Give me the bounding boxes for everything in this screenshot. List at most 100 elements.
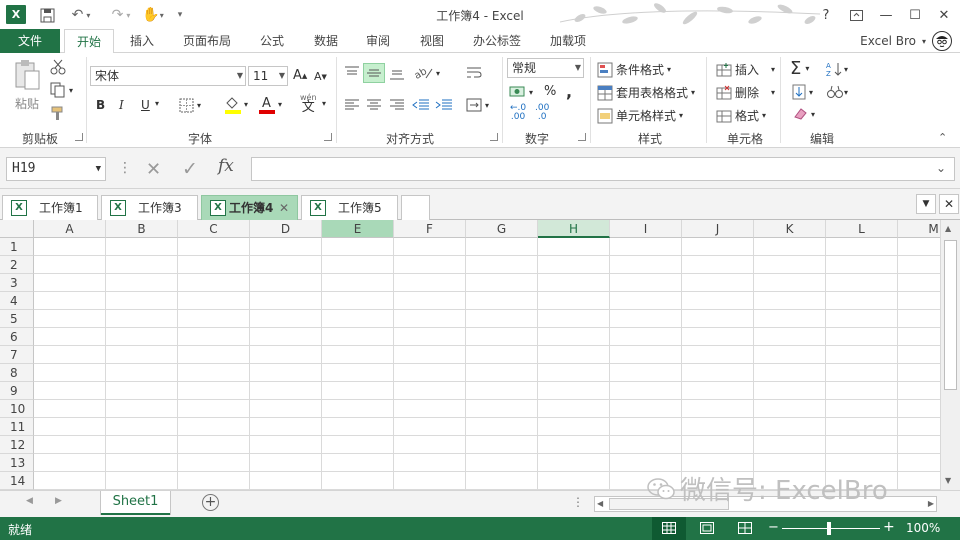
scroll-thumb[interactable] — [609, 498, 729, 510]
scroll-down-icon[interactable]: ▼ — [945, 476, 951, 485]
chevron-down-icon[interactable]: ▼ — [575, 59, 581, 77]
fill-icon[interactable]: ▾ — [792, 84, 813, 100]
column-header-l[interactable]: L — [826, 220, 898, 238]
insert-cells-button[interactable]: 插入 ▾ — [716, 61, 775, 78]
sort-filter-icon[interactable]: A Z ▾ — [826, 61, 848, 77]
tab-file[interactable]: 文件 — [0, 29, 60, 53]
decrease-font-icon[interactable]: A ▼ — [314, 70, 327, 83]
align-left-icon[interactable] — [344, 98, 360, 112]
tab-page-layout[interactable]: 页面布局 — [172, 29, 242, 53]
underline-button[interactable]: U — [141, 98, 150, 112]
increase-font-icon[interactable]: A ▲ — [293, 68, 307, 83]
minimize-icon[interactable]: — — [875, 5, 897, 25]
scroll-up-icon[interactable]: ▲ — [945, 224, 951, 233]
row-header-5[interactable]: 5 — [0, 310, 34, 328]
italic-button[interactable]: I — [119, 98, 124, 112]
row-header-13[interactable]: 13 — [0, 454, 34, 472]
align-bottom-icon[interactable] — [389, 66, 405, 80]
percent-button[interactable]: % — [544, 84, 556, 99]
cell-styles-button[interactable]: 单元格样式 ▾ — [597, 107, 683, 124]
close-tab-icon[interactable]: ✕ — [279, 196, 289, 220]
decrease-indent-icon[interactable] — [412, 98, 430, 112]
column-header-k[interactable]: K — [754, 220, 826, 238]
column-header-h[interactable]: H — [538, 220, 610, 238]
column-header-f[interactable]: F — [394, 220, 466, 238]
font-color-icon[interactable]: A ▾ — [258, 95, 282, 114]
delete-cells-button[interactable]: 删除 ▾ — [716, 84, 775, 101]
column-header-i[interactable]: I — [610, 220, 682, 238]
clipboard-launcher-icon[interactable] — [75, 133, 83, 141]
row-header-14[interactable]: 14 — [0, 472, 34, 490]
column-header-b[interactable]: B — [106, 220, 178, 238]
scroll-left-icon[interactable]: ◀ — [597, 499, 603, 508]
collapse-ribbon-icon[interactable]: ⌃ — [938, 131, 947, 144]
maximize-icon[interactable]: ☐ — [904, 5, 926, 25]
page-break-view-icon[interactable] — [738, 522, 752, 537]
number-launcher-icon[interactable] — [578, 133, 586, 141]
increase-indent-icon[interactable] — [435, 98, 453, 112]
tab-home[interactable]: 开始 — [64, 29, 114, 54]
workbook-tab[interactable]: X 工作簿1 — [2, 195, 98, 220]
expand-formula-icon[interactable]: ⌄ — [936, 161, 946, 175]
row-header-7[interactable]: 7 — [0, 346, 34, 364]
workbook-tab-active[interactable]: X 工作簿4 ✕ — [201, 195, 298, 220]
scroll-sheets-right-icon[interactable]: ▶ — [55, 496, 62, 506]
format-cells-button[interactable]: 格式 ▾ — [716, 107, 766, 124]
tab-add-ins[interactable]: 加载项 — [540, 29, 596, 53]
help-button[interactable]: ? — [815, 5, 837, 25]
zoom-slider-thumb[interactable] — [827, 522, 831, 535]
scroll-thumb[interactable] — [944, 240, 957, 390]
format-as-table-button[interactable]: 套用表格格式 ▾ — [597, 84, 695, 101]
merge-center-icon[interactable]: ▾ — [466, 98, 489, 112]
phonetic-guide-button[interactable]: wén 文 — [300, 93, 317, 114]
tab-review[interactable]: 审阅 — [356, 29, 400, 53]
bold-button[interactable]: B — [96, 98, 105, 112]
font-name-combo[interactable]: 宋体 ▼ — [90, 66, 246, 86]
zoom-level[interactable]: 100% — [906, 521, 940, 535]
scroll-right-icon[interactable]: ▶ — [928, 499, 934, 508]
row-header-3[interactable]: 3 — [0, 274, 34, 292]
row-header-4[interactable]: 4 — [0, 292, 34, 310]
row-header-1[interactable]: 1 — [0, 238, 34, 256]
tab-insert[interactable]: 插入 — [118, 29, 166, 53]
workbook-tab[interactable]: X 工作簿5 — [301, 195, 398, 220]
insert-function-button[interactable]: fx — [218, 156, 234, 176]
chevron-down-icon[interactable]: ▼ — [237, 67, 243, 85]
scroll-sheets-left-icon[interactable]: ◀ — [26, 496, 33, 506]
sheet-tab-sheet1[interactable]: Sheet1 — [101, 491, 170, 515]
row-header-10[interactable]: 10 — [0, 400, 34, 418]
column-header-m[interactable]: M — [898, 220, 940, 238]
horizontal-scrollbar[interactable]: ◀ ▶ — [594, 496, 937, 512]
row-header-11[interactable]: 11 — [0, 418, 34, 436]
user-account[interactable]: Excel Bro ▾ — [860, 29, 952, 53]
row-header-9[interactable]: 9 — [0, 382, 34, 400]
cancel-icon[interactable]: ✕ — [146, 159, 161, 180]
decrease-decimal-button[interactable]: .00.0 — [535, 104, 549, 122]
enter-icon[interactable]: ✓ — [182, 158, 198, 180]
align-center-icon[interactable] — [366, 98, 382, 112]
name-box[interactable]: H19 ▼ — [6, 157, 106, 181]
column-header-c[interactable]: C — [178, 220, 250, 238]
column-header-a[interactable]: A — [34, 220, 106, 238]
font-size-combo[interactable]: 11 ▼ — [248, 66, 288, 86]
clear-icon[interactable]: ▾ — [792, 107, 815, 121]
tab-list-icon[interactable]: ▼ — [916, 194, 936, 214]
increase-decimal-button[interactable]: ←.0.00 — [510, 104, 526, 122]
row-header-12[interactable]: 12 — [0, 436, 34, 454]
number-format-combo[interactable]: 常规 ▼ — [507, 58, 584, 78]
tab-data[interactable]: 数据 — [304, 29, 348, 53]
column-header-e[interactable]: E — [322, 220, 394, 238]
vertical-scrollbar[interactable]: ▲ ▼ — [940, 220, 960, 490]
accounting-format-icon[interactable]: ▾ — [509, 84, 533, 100]
alignment-launcher-icon[interactable] — [490, 133, 498, 141]
orientation-icon[interactable]: ab ▾ — [414, 65, 440, 81]
autosum-icon[interactable]: Σ ▾ — [790, 58, 809, 79]
fill-color-icon[interactable]: ▾ — [224, 95, 248, 114]
cut-icon[interactable] — [50, 59, 66, 75]
paste-button[interactable]: 粘贴 — [10, 59, 44, 115]
normal-view-button[interactable] — [652, 517, 686, 540]
new-sheet-button[interactable]: + — [202, 494, 219, 511]
align-right-icon[interactable] — [389, 98, 405, 112]
ribbon-display-options-icon[interactable] — [845, 5, 867, 25]
column-header-j[interactable]: J — [682, 220, 754, 238]
